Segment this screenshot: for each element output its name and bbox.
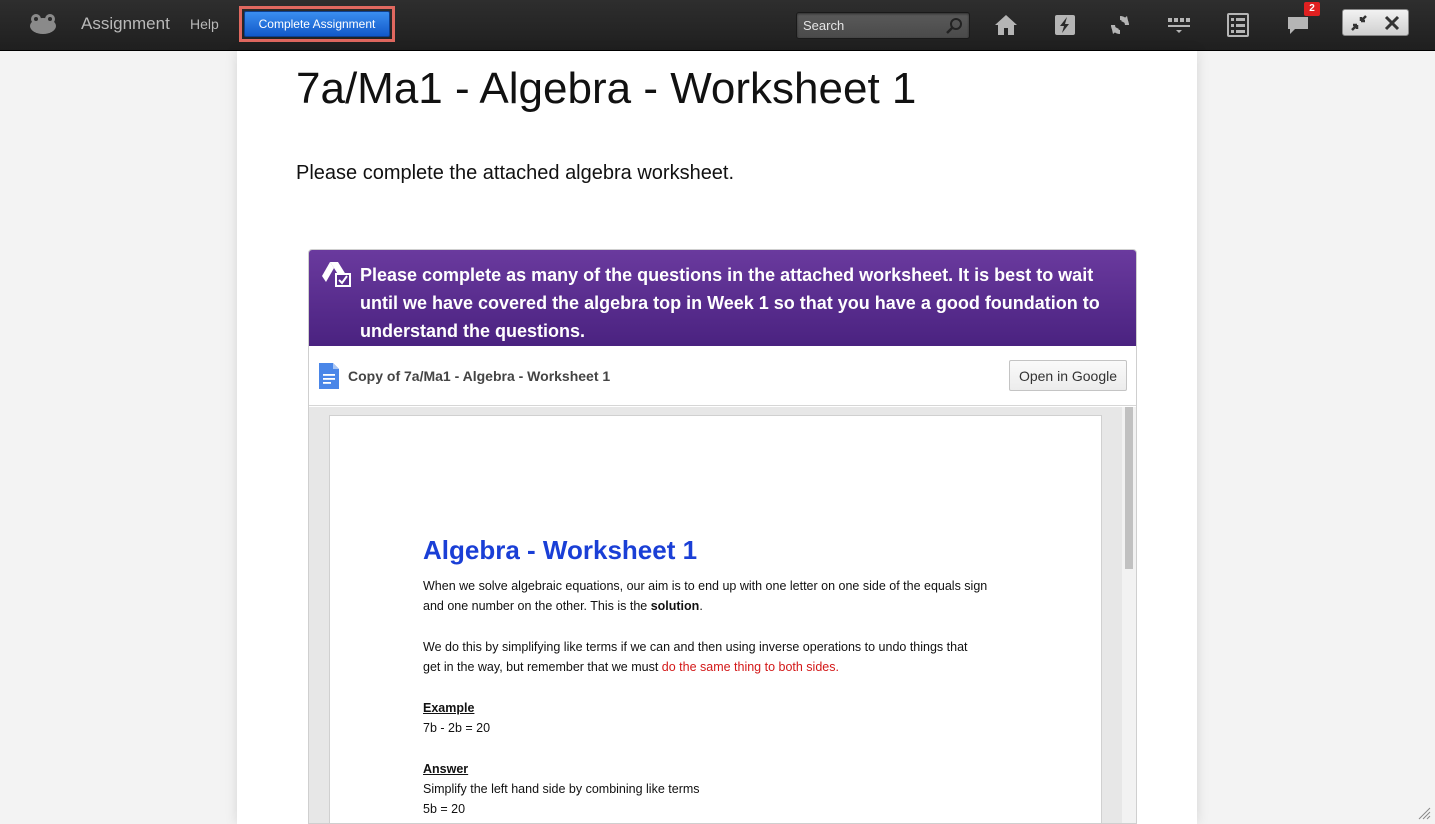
complete-assignment-highlight: Complete Assignment xyxy=(239,6,395,42)
worksheet-text: . xyxy=(835,660,839,674)
collapse-icon xyxy=(1351,14,1368,31)
resize-grip-icon[interactable] xyxy=(1417,806,1431,820)
card-instructions: Please complete as many of the questions… xyxy=(360,265,1100,341)
attachment-card: Please complete as many of the questions… xyxy=(308,249,1137,824)
document-viewer[interactable]: Algebra - Worksheet 1 When we solve alge… xyxy=(309,407,1136,823)
close-icon xyxy=(1384,15,1399,30)
search-input[interactable] xyxy=(797,13,947,38)
worksheet-text: get in the way, but remember that we mus… xyxy=(423,660,662,674)
top-bar: Assignment Help Complete Assignment Sear… xyxy=(0,0,1435,51)
complete-assignment-button[interactable]: Complete Assignment xyxy=(244,11,390,37)
worksheet-answer: Answer Simplify the left hand side by co… xyxy=(423,759,700,819)
example-equation: 7b - 2b = 20 xyxy=(423,721,491,735)
collapse-button[interactable] xyxy=(1343,10,1376,35)
window-controls xyxy=(1342,9,1409,36)
help-link[interactable]: Help xyxy=(190,16,219,32)
search-icon[interactable] xyxy=(945,17,963,35)
home-icon[interactable] xyxy=(993,12,1019,38)
worksheet-text: . xyxy=(699,599,703,613)
grid-menu-icon[interactable] xyxy=(1167,12,1193,38)
notification-badge: 2 xyxy=(1304,2,1320,16)
worksheet-paragraph: When we solve algebraic equations, our a… xyxy=(423,576,987,616)
example-heading: Example xyxy=(423,701,475,715)
app-title: Assignment xyxy=(81,14,170,33)
document-name[interactable]: Copy of 7a/Ma1 - Algebra - Worksheet 1 xyxy=(348,368,610,384)
worksheet-example: Example 7b - 2b = 20 xyxy=(423,698,490,738)
open-in-google-button[interactable]: Open in Google xyxy=(1009,360,1127,391)
worksheet-bold-text: solution xyxy=(650,599,700,613)
worksheet-text: and one number on the other. This is the xyxy=(423,599,651,613)
document-page: Algebra - Worksheet 1 When we solve alge… xyxy=(329,415,1102,823)
card-header: Please complete as many of the questions… xyxy=(309,250,1136,346)
frog-logo-icon[interactable] xyxy=(28,12,58,36)
close-button[interactable] xyxy=(1376,10,1409,35)
document-bar: Copy of 7a/Ma1 - Algebra - Worksheet 1 O… xyxy=(309,346,1136,406)
worksheet-paragraph: We do this by simplifying like terms if … xyxy=(423,637,968,677)
google-doc-icon xyxy=(319,363,339,389)
worksheet-red-text: do the same thing to both sides xyxy=(661,660,836,674)
search-box xyxy=(796,12,970,39)
answer-text: Simplify the left hand side by combining… xyxy=(423,782,700,796)
checklist-icon[interactable] xyxy=(1225,12,1251,38)
worksheet-text: We do this by simplifying like terms if … xyxy=(423,640,968,654)
worksheet-title: Algebra - Worksheet 1 xyxy=(423,535,698,565)
answer-heading: Answer xyxy=(423,762,469,776)
viewer-scrollbar[interactable] xyxy=(1122,407,1136,823)
worksheet-text: When we solve algebraic equations, our a… xyxy=(423,579,988,593)
assignment-page: 7a/Ma1 - Algebra - Worksheet 1 Please co… xyxy=(237,51,1197,824)
page-title: 7a/Ma1 - Algebra - Worksheet 1 xyxy=(296,64,917,113)
answer-equation: 5b = 20 xyxy=(423,802,466,816)
google-drive-assignment-icon xyxy=(322,262,351,287)
scrollbar-thumb[interactable] xyxy=(1125,407,1133,569)
page-description: Please complete the attached algebra wor… xyxy=(296,162,735,184)
sync-icon[interactable] xyxy=(1107,12,1133,38)
lightning-icon[interactable] xyxy=(1052,12,1078,38)
